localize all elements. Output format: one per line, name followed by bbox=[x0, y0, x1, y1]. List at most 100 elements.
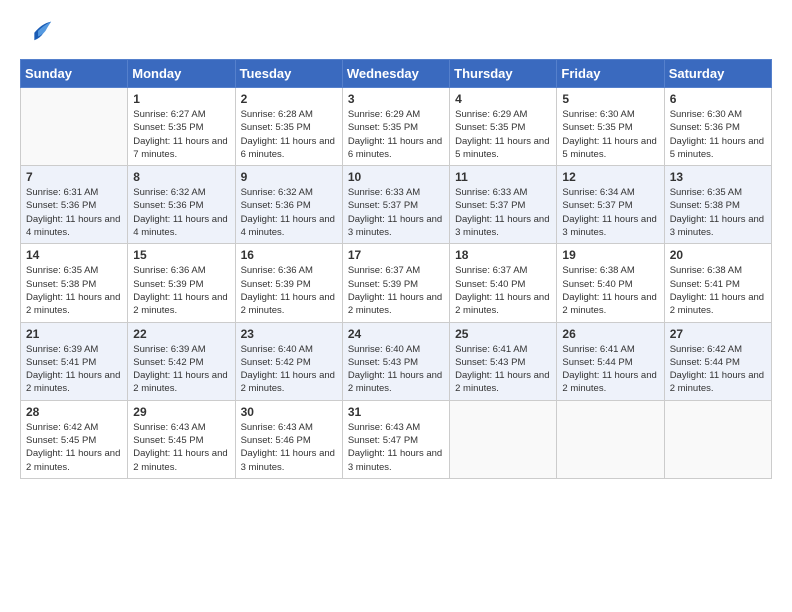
day-number: 21 bbox=[26, 327, 122, 341]
logo-mark bbox=[20, 20, 53, 49]
day-number: 22 bbox=[133, 327, 229, 341]
calendar-week-row: 21 Sunrise: 6:39 AMSunset: 5:41 PMDayligh… bbox=[21, 322, 772, 400]
day-number: 18 bbox=[455, 248, 551, 262]
header-day-sunday: Sunday bbox=[21, 60, 128, 88]
calendar-cell: 3Sunrise: 6:29 AMSunset: 5:35 PMDaylight… bbox=[342, 88, 449, 166]
calendar-cell: 13 Sunrise: 6:35 AMSunset: 5:38 PMDayligh… bbox=[664, 166, 771, 244]
day-info: Sunrise: 6:34 AMSunset: 5:37 PMDaylight:… bbox=[562, 186, 658, 239]
day-info: Sunrise: 6:32 AMSunset: 5:36 PMDaylight:… bbox=[241, 186, 337, 239]
day-number: 31 bbox=[348, 405, 444, 419]
day-number: 10 bbox=[348, 170, 444, 184]
day-info: Sunrise: 6:42 AMSunset: 5:45 PMDaylight:… bbox=[26, 421, 122, 474]
day-number: 1 bbox=[133, 92, 229, 106]
header-day-thursday: Thursday bbox=[450, 60, 557, 88]
day-info: Sunrise: 6:43 AMSunset: 5:46 PMDaylight:… bbox=[241, 421, 337, 474]
calendar-cell: 17 Sunrise: 6:37 AMSunset: 5:39 PMDayligh… bbox=[342, 244, 449, 322]
day-info: Sunrise: 6:32 AMSunset: 5:36 PMDaylight:… bbox=[133, 186, 229, 239]
day-info: Sunrise: 6:30 AMSunset: 5:35 PMDaylight:… bbox=[562, 108, 658, 161]
calendar-cell: 23 Sunrise: 6:40 AMSunset: 5:42 PMDayligh… bbox=[235, 322, 342, 400]
calendar-cell: 12 Sunrise: 6:34 AMSunset: 5:37 PMDayligh… bbox=[557, 166, 664, 244]
day-info: Sunrise: 6:37 AMSunset: 5:39 PMDaylight:… bbox=[348, 264, 444, 317]
day-info: Sunrise: 6:37 AMSunset: 5:40 PMDaylight:… bbox=[455, 264, 551, 317]
calendar-cell: 24Sunrise: 6:40 AMSunset: 5:43 PMDayligh… bbox=[342, 322, 449, 400]
day-info: Sunrise: 6:30 AMSunset: 5:36 PMDaylight:… bbox=[670, 108, 766, 161]
calendar-week-row: 14Sunrise: 6:35 AMSunset: 5:38 PMDayligh… bbox=[21, 244, 772, 322]
calendar-cell: 16 Sunrise: 6:36 AMSunset: 5:39 PMDayligh… bbox=[235, 244, 342, 322]
day-number: 3 bbox=[348, 92, 444, 106]
calendar-cell: 22 Sunrise: 6:39 AMSunset: 5:42 PMDayligh… bbox=[128, 322, 235, 400]
calendar-cell: 28Sunrise: 6:42 AMSunset: 5:45 PMDayligh… bbox=[21, 400, 128, 478]
day-number: 4 bbox=[455, 92, 551, 106]
calendar-cell: 25 Sunrise: 6:41 AMSunset: 5:43 PMDayligh… bbox=[450, 322, 557, 400]
day-info: Sunrise: 6:28 AMSunset: 5:35 PMDaylight:… bbox=[241, 108, 337, 161]
day-info: Sunrise: 6:43 AMSunset: 5:45 PMDaylight:… bbox=[133, 421, 229, 474]
calendar-cell: 29 Sunrise: 6:43 AMSunset: 5:45 PMDayligh… bbox=[128, 400, 235, 478]
calendar-cell: 27 Sunrise: 6:42 AMSunset: 5:44 PMDayligh… bbox=[664, 322, 771, 400]
day-number: 2 bbox=[241, 92, 337, 106]
calendar-week-row: 28Sunrise: 6:42 AMSunset: 5:45 PMDayligh… bbox=[21, 400, 772, 478]
calendar-cell: 2 Sunrise: 6:28 AMSunset: 5:35 PMDaylight… bbox=[235, 88, 342, 166]
day-number: 19 bbox=[562, 248, 658, 262]
day-number: 13 bbox=[670, 170, 766, 184]
calendar-cell bbox=[450, 400, 557, 478]
day-info: Sunrise: 6:36 AMSunset: 5:39 PMDaylight:… bbox=[241, 264, 337, 317]
day-number: 27 bbox=[670, 327, 766, 341]
calendar-cell: 31 Sunrise: 6:43 AMSunset: 5:47 PMDayligh… bbox=[342, 400, 449, 478]
calendar-cell: 26Sunrise: 6:41 AMSunset: 5:44 PMDayligh… bbox=[557, 322, 664, 400]
day-number: 25 bbox=[455, 327, 551, 341]
calendar-cell: 6 Sunrise: 6:30 AMSunset: 5:36 PMDaylight… bbox=[664, 88, 771, 166]
day-number: 20 bbox=[670, 248, 766, 262]
header-day-monday: Monday bbox=[128, 60, 235, 88]
day-number: 8 bbox=[133, 170, 229, 184]
calendar-header-row: SundayMondayTuesdayWednesdayThursdayFrid… bbox=[21, 60, 772, 88]
day-info: Sunrise: 6:38 AMSunset: 5:40 PMDaylight:… bbox=[562, 264, 658, 317]
calendar-cell: 4 Sunrise: 6:29 AMSunset: 5:35 PMDaylight… bbox=[450, 88, 557, 166]
calendar-cell: 14Sunrise: 6:35 AMSunset: 5:38 PMDayligh… bbox=[21, 244, 128, 322]
day-number: 30 bbox=[241, 405, 337, 419]
day-info: Sunrise: 6:33 AMSunset: 5:37 PMDaylight:… bbox=[455, 186, 551, 239]
day-number: 6 bbox=[670, 92, 766, 106]
day-info: Sunrise: 6:35 AMSunset: 5:38 PMDaylight:… bbox=[670, 186, 766, 239]
page-header bbox=[20, 20, 772, 49]
day-info: Sunrise: 6:29 AMSunset: 5:35 PMDaylight:… bbox=[455, 108, 551, 161]
header-day-tuesday: Tuesday bbox=[235, 60, 342, 88]
day-info: Sunrise: 6:39 AMSunset: 5:42 PMDaylight:… bbox=[133, 343, 229, 396]
calendar-table: SundayMondayTuesdayWednesdayThursdayFrid… bbox=[20, 59, 772, 479]
calendar-week-row: 7Sunrise: 6:31 AMSunset: 5:36 PMDaylight… bbox=[21, 166, 772, 244]
day-number: 9 bbox=[241, 170, 337, 184]
day-info: Sunrise: 6:43 AMSunset: 5:47 PMDaylight:… bbox=[348, 421, 444, 474]
logo bbox=[20, 20, 53, 49]
day-number: 15 bbox=[133, 248, 229, 262]
calendar-cell: 10Sunrise: 6:33 AMSunset: 5:37 PMDayligh… bbox=[342, 166, 449, 244]
calendar-cell: 7Sunrise: 6:31 AMSunset: 5:36 PMDaylight… bbox=[21, 166, 128, 244]
header-day-saturday: Saturday bbox=[664, 60, 771, 88]
calendar-cell bbox=[557, 400, 664, 478]
calendar-cell: 30 Sunrise: 6:43 AMSunset: 5:46 PMDayligh… bbox=[235, 400, 342, 478]
day-number: 23 bbox=[241, 327, 337, 341]
calendar-week-row: 1Sunrise: 6:27 AMSunset: 5:35 PMDaylight… bbox=[21, 88, 772, 166]
day-info: Sunrise: 6:36 AMSunset: 5:39 PMDaylight:… bbox=[133, 264, 229, 317]
calendar-cell: 5Sunrise: 6:30 AMSunset: 5:35 PMDaylight… bbox=[557, 88, 664, 166]
day-number: 29 bbox=[133, 405, 229, 419]
day-number: 24 bbox=[348, 327, 444, 341]
day-number: 12 bbox=[562, 170, 658, 184]
day-info: Sunrise: 6:42 AMSunset: 5:44 PMDaylight:… bbox=[670, 343, 766, 396]
day-info: Sunrise: 6:40 AMSunset: 5:42 PMDaylight:… bbox=[241, 343, 337, 396]
header-day-wednesday: Wednesday bbox=[342, 60, 449, 88]
calendar-cell: 8 Sunrise: 6:32 AMSunset: 5:36 PMDaylight… bbox=[128, 166, 235, 244]
calendar-cell: 15 Sunrise: 6:36 AMSunset: 5:39 PMDayligh… bbox=[128, 244, 235, 322]
day-info: Sunrise: 6:39 AMSunset: 5:41 PMDaylight:… bbox=[26, 343, 122, 396]
day-number: 17 bbox=[348, 248, 444, 262]
header-day-friday: Friday bbox=[557, 60, 664, 88]
calendar-cell: 20Sunrise: 6:38 AMSunset: 5:41 PMDayligh… bbox=[664, 244, 771, 322]
day-number: 16 bbox=[241, 248, 337, 262]
logo-bird-icon bbox=[25, 16, 53, 49]
day-number: 11 bbox=[455, 170, 551, 184]
calendar-cell bbox=[664, 400, 771, 478]
day-number: 14 bbox=[26, 248, 122, 262]
day-number: 7 bbox=[26, 170, 122, 184]
calendar-cell: 19 Sunrise: 6:38 AMSunset: 5:40 PMDayligh… bbox=[557, 244, 664, 322]
calendar-cell: 11 Sunrise: 6:33 AMSunset: 5:37 PMDayligh… bbox=[450, 166, 557, 244]
day-info: Sunrise: 6:41 AMSunset: 5:43 PMDaylight:… bbox=[455, 343, 551, 396]
calendar-cell: 21 Sunrise: 6:39 AMSunset: 5:41 PMDayligh… bbox=[21, 322, 128, 400]
